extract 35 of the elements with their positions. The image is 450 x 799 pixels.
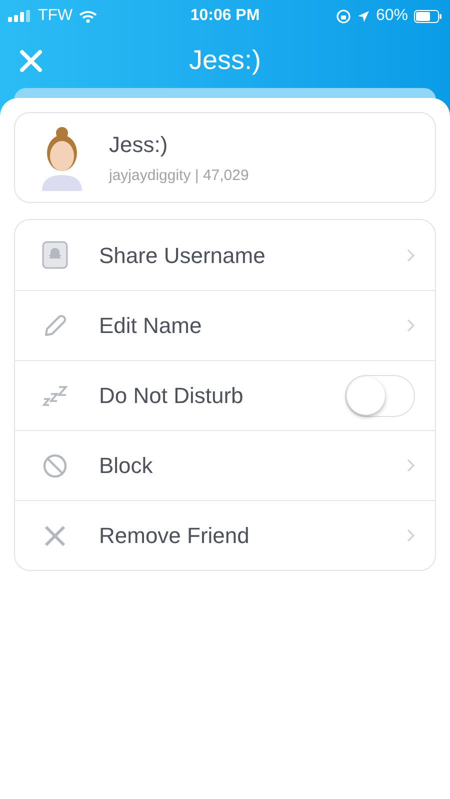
menu-item[interactable]: Remove Friend — [15, 500, 435, 570]
avatar — [39, 124, 85, 190]
block-icon — [42, 452, 68, 478]
toggle-knob — [347, 376, 385, 414]
menu-item[interactable]: Block — [15, 430, 435, 500]
battery-icon — [414, 10, 442, 22]
menu-item[interactable]: Edit Name — [15, 290, 435, 360]
menu-label: Remove Friend — [99, 522, 250, 550]
ghost-card-icon — [42, 241, 68, 269]
menu-label: Block — [99, 452, 154, 480]
menu-label: Share Username — [99, 242, 266, 270]
menu-item[interactable]: Do Not Disturb — [15, 360, 435, 430]
wifi-icon — [78, 10, 97, 22]
sleep-icon — [42, 384, 68, 408]
signal-icon — [8, 10, 32, 22]
close-icon — [20, 50, 42, 72]
profile-subtitle: jayjaydiggity | 47,029 — [109, 166, 249, 186]
chevron-icon — [407, 319, 415, 332]
menu-label: Do Not Disturb — [99, 382, 244, 410]
toggle-switch[interactable] — [345, 374, 415, 416]
menu-item[interactable]: Share Username — [15, 220, 435, 290]
menu-label: Edit Name — [99, 312, 203, 340]
carrier-name: TFW — [38, 6, 73, 26]
profile-name: Jess:) — [109, 130, 169, 159]
pencil-icon — [42, 312, 68, 338]
close-button[interactable] — [18, 48, 44, 74]
location-arrow-icon — [356, 10, 370, 22]
clock-time: 10:06 PM — [190, 6, 260, 26]
close-icon — [43, 524, 67, 548]
battery-percent: 60% — [376, 6, 408, 26]
chevron-icon — [407, 459, 415, 472]
rotation-lock-icon — [336, 8, 351, 24]
header-title: Jess:) — [188, 44, 261, 77]
chevron-icon — [407, 248, 415, 262]
chevron-icon — [407, 529, 415, 542]
